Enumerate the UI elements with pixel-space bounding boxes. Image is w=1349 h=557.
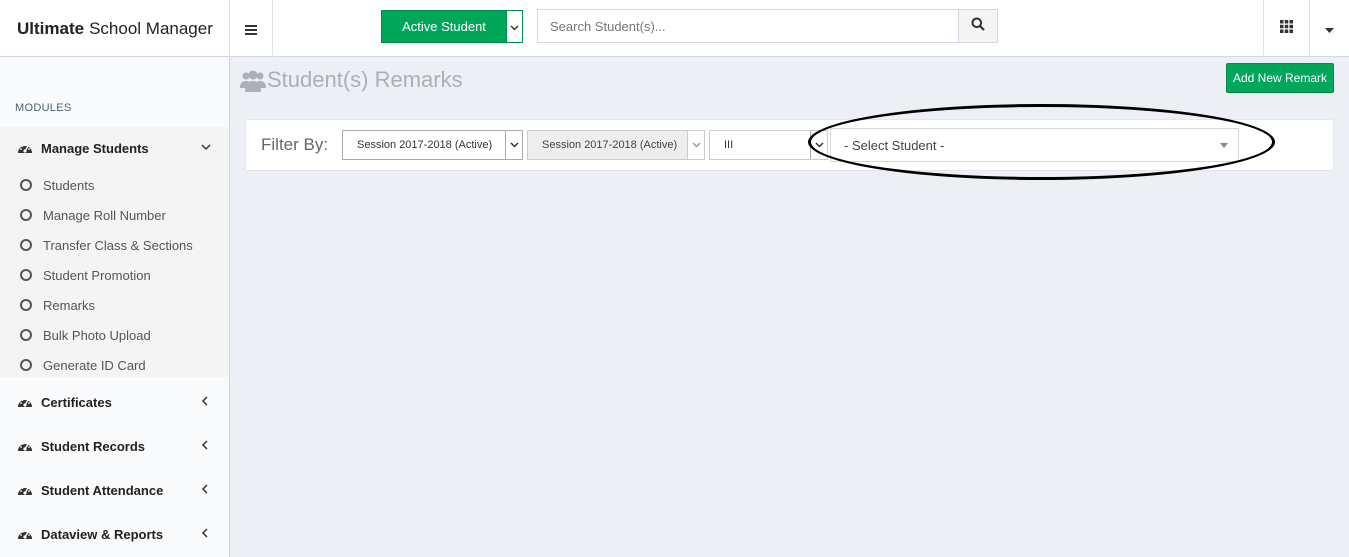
sidebar-item-student-attendance[interactable]: Student Attendance bbox=[0, 470, 229, 510]
circle-icon bbox=[20, 209, 32, 221]
sidebar-subitem-manage-roll-number[interactable]: Manage Roll Number bbox=[20, 205, 166, 225]
sidebar-item-label: Student Records bbox=[41, 438, 146, 454]
chevron-left-icon bbox=[201, 527, 211, 539]
sidebar-subitem-label: Transfer Class & Sections bbox=[43, 237, 193, 253]
dashboard-icon bbox=[17, 395, 33, 409]
class-select[interactable]: III bbox=[709, 130, 828, 160]
dashboard-icon bbox=[17, 527, 33, 541]
apps-button[interactable] bbox=[1263, 0, 1309, 57]
search-input[interactable] bbox=[537, 9, 959, 43]
chevron-down-icon bbox=[687, 131, 704, 159]
sidebar-subitem-generate-id-card[interactable]: Generate ID Card bbox=[20, 355, 146, 375]
dashboard-icon bbox=[17, 439, 33, 453]
page-title: Student(s) Remarks bbox=[240, 67, 463, 93]
search-button[interactable] bbox=[958, 9, 998, 43]
grid-icon bbox=[1280, 19, 1293, 38]
sidebar-subitem-label: Manage Roll Number bbox=[43, 207, 166, 223]
hamburger-icon bbox=[245, 23, 257, 35]
sidebar-subitem-remarks[interactable]: Remarks bbox=[20, 295, 95, 315]
top-navbar: Ultimate School Manager Active Student bbox=[0, 0, 1349, 57]
sidebar-subitem-transfer-class[interactable]: Transfer Class & Sections bbox=[20, 235, 193, 255]
sidebar-subitem-student-promotion[interactable]: Student Promotion bbox=[20, 265, 151, 285]
sidebar-item-label: Certificates bbox=[41, 394, 112, 410]
session-select-disabled: Session 2017-2018 (Active) bbox=[527, 130, 705, 160]
sidebar-item-dataview-reports[interactable]: Dataview & Reports bbox=[0, 514, 229, 554]
sidebar-item-certificates[interactable]: Certificates bbox=[0, 382, 229, 422]
sidebar: MODULES Manage Students Students Manage … bbox=[0, 57, 230, 557]
circle-icon bbox=[20, 179, 32, 191]
circle-icon bbox=[20, 239, 32, 251]
sidebar-item-manage-students[interactable]: Manage Students bbox=[0, 128, 229, 168]
circle-icon bbox=[20, 269, 32, 281]
chevron-down-icon bbox=[201, 141, 211, 153]
circle-icon bbox=[20, 329, 32, 341]
chevron-left-icon bbox=[201, 439, 211, 451]
sidebar-subitem-label: Remarks bbox=[43, 297, 96, 313]
sidebar-item-label: Student Attendance bbox=[41, 482, 164, 498]
session-select-disabled-value: Session 2017-2018 (Active) bbox=[542, 139, 678, 151]
users-icon bbox=[240, 68, 266, 92]
session-select-value: Session 2017-2018 (Active) bbox=[357, 139, 493, 151]
page-title-text: Student(s) Remarks bbox=[267, 67, 463, 92]
caret-down-icon bbox=[1325, 20, 1334, 38]
sidebar-section-header: MODULES bbox=[15, 102, 72, 114]
logo-bold-text: Ultimate bbox=[17, 18, 85, 38]
sidebar-subitem-label: Student Promotion bbox=[43, 267, 151, 283]
search-icon bbox=[971, 17, 985, 36]
sidebar-subitem-label: Students bbox=[43, 177, 95, 193]
student-select[interactable]: - Select Student - bbox=[830, 128, 1239, 162]
logo-rest-text: School Manager bbox=[89, 18, 213, 38]
circle-icon bbox=[20, 299, 32, 311]
sidebar-item-label: Dataview & Reports bbox=[41, 526, 164, 542]
user-menu-dropdown[interactable] bbox=[1309, 0, 1349, 57]
active-student-dropdown-toggle[interactable] bbox=[506, 10, 523, 43]
dashboard-icon bbox=[17, 141, 33, 155]
session-select[interactable]: Session 2017-2018 (Active) bbox=[342, 130, 523, 160]
sidebar-toggle-button[interactable] bbox=[230, 0, 273, 57]
chevron-left-icon bbox=[201, 483, 211, 495]
class-select-value: III bbox=[724, 139, 734, 151]
circle-icon bbox=[20, 359, 32, 371]
chevron-down-icon bbox=[510, 18, 519, 36]
active-student-button[interactable]: Active Student bbox=[381, 10, 507, 43]
sidebar-subitem-students[interactable]: Students bbox=[20, 175, 94, 195]
chevron-down-icon bbox=[810, 131, 827, 159]
sidebar-item-label: Manage Students bbox=[41, 140, 149, 156]
chevron-left-icon bbox=[201, 395, 211, 407]
caret-down-icon bbox=[1220, 143, 1228, 148]
student-select-value: - Select Student - bbox=[844, 137, 945, 153]
sidebar-subitem-label: Generate ID Card bbox=[43, 357, 146, 373]
sidebar-subitem-label: Bulk Photo Upload bbox=[43, 327, 151, 343]
sidebar-subitem-bulk-photo-upload[interactable]: Bulk Photo Upload bbox=[20, 325, 151, 345]
filter-label: Filter By: bbox=[261, 135, 329, 154]
sidebar-item-student-records[interactable]: Student Records bbox=[0, 426, 229, 466]
add-new-remark-button[interactable]: Add New Remark bbox=[1226, 63, 1334, 93]
dashboard-icon bbox=[17, 483, 33, 497]
chevron-down-icon bbox=[505, 131, 522, 159]
app-logo[interactable]: Ultimate School Manager bbox=[0, 0, 230, 57]
